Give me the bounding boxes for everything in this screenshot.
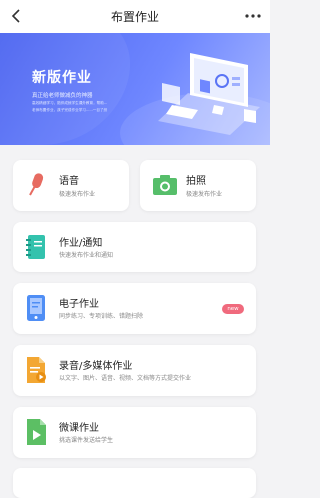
banner-text-line: 高效精细学习，陪伴成就学生课外教育，帮助... xyxy=(32,101,108,105)
voice-homework-card[interactable]: 语音 极速发布作业 xyxy=(13,160,129,211)
more-dots-icon xyxy=(245,14,261,18)
video-file-icon xyxy=(27,419,46,445)
card-label: 拍照 xyxy=(186,176,206,187)
micro-lesson-homework-card[interactable]: 微课作业 挑选课件发送给学生 xyxy=(13,407,256,458)
banner-subtitle: 真正给老师做减负的神器 xyxy=(32,93,93,99)
card-label: 录音/多媒体作业 xyxy=(59,361,133,372)
card-description: 挑选课件发送给学生 xyxy=(59,437,114,444)
notebook-icon xyxy=(26,235,45,259)
document-icon xyxy=(27,357,46,383)
card-description: 同步练习、专项训练、错题扫除 xyxy=(59,313,144,320)
banner-title: 新版作业 xyxy=(32,70,92,86)
card-description: 以文字、图片、语音、视频、文档等方式提交作业 xyxy=(59,375,192,382)
promo-banner[interactable]: 新版作业 真正给老师做减负的神器 高效精细学习，陪伴成就学生课外教育，帮助...… xyxy=(0,33,270,145)
chevron-left-icon xyxy=(11,9,20,23)
card-description: 快速发布作业和通知 xyxy=(59,252,114,259)
desktop-illustration xyxy=(158,53,260,135)
card-label: 微课作业 xyxy=(59,423,99,434)
card-description: 极速发布作业 xyxy=(186,191,223,198)
new-badge: new xyxy=(222,304,244,314)
microphone-icon xyxy=(29,173,44,196)
back-button[interactable] xyxy=(8,7,26,25)
photo-homework-card[interactable]: 拍照 极速发布作业 xyxy=(140,160,256,211)
top-bar: 布置作业 xyxy=(0,0,270,33)
homework-notice-card[interactable]: 作业/通知 快速发布作业和通知 xyxy=(13,222,256,272)
camera-icon xyxy=(153,175,177,195)
media-homework-card[interactable]: 录音/多媒体作业 以文字、图片、语音、视频、文档等方式提交作业 xyxy=(13,345,256,396)
more-button[interactable] xyxy=(244,8,262,24)
page-title: 布置作业 xyxy=(110,10,159,24)
next-card-partial[interactable] xyxy=(13,468,256,498)
card-description: 极速发布作业 xyxy=(59,191,96,198)
card-label: 作业/通知 xyxy=(59,238,103,249)
card-label: 电子作业 xyxy=(59,299,99,310)
card-label: 语音 xyxy=(59,176,79,187)
electronic-homework-card[interactable]: 电子作业 同步练习、专项训练、错题扫除 new xyxy=(13,283,256,334)
tablet-icon xyxy=(27,295,45,321)
banner-text-line: 老师布置作业，孩子完成作业学习......一目了然 xyxy=(32,108,108,112)
